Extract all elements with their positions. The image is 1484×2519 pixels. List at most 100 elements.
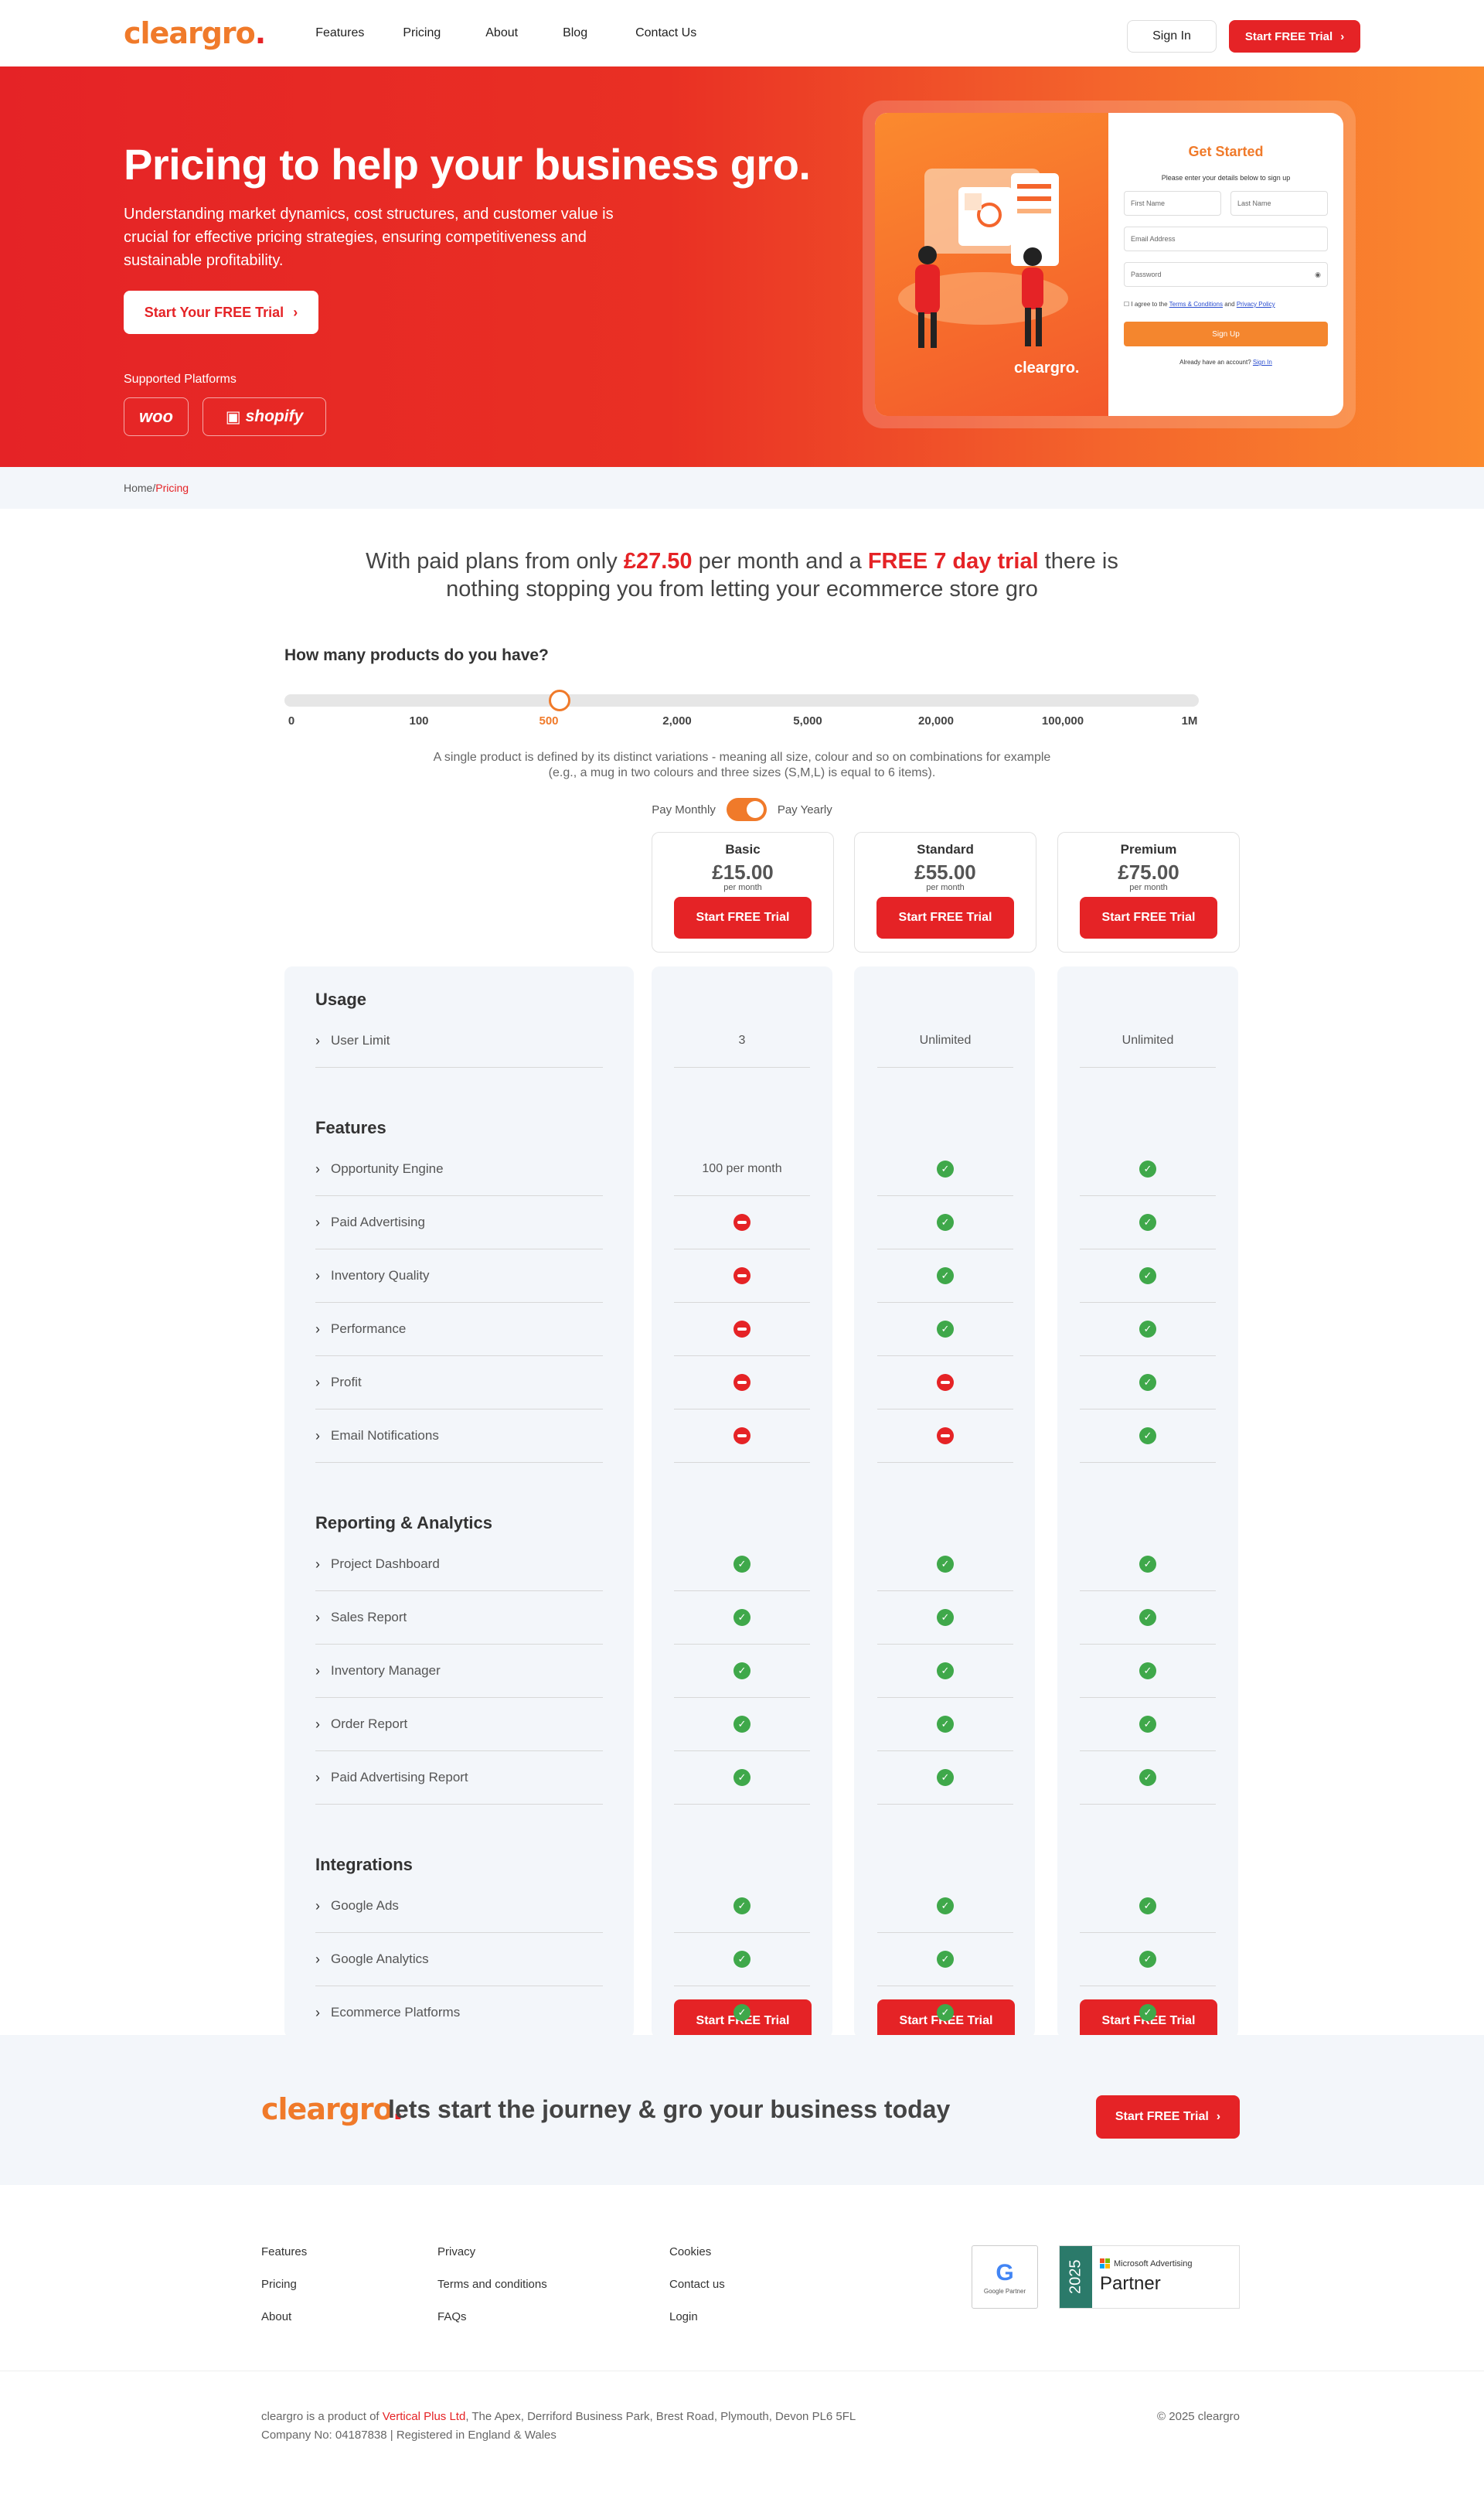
footer-login[interactable]: Login [669,2310,698,2323]
plan-trial-button[interactable]: Start FREE Trial [876,897,1014,939]
feature-row-label[interactable]: › Sales Report [315,1591,603,1645]
slider-tick[interactable]: 2,000 [662,714,692,728]
not-included-icon [937,1427,954,1444]
pay-monthly-label[interactable]: Pay Monthly [652,803,716,816]
main-nav: Features Pricing About Blog Contact Us [315,26,696,40]
feature-name: Inventory Manager [331,1663,441,1678]
nav-features[interactable]: Features [315,26,364,40]
feature-row-label[interactable]: › Google Ads [315,1880,603,1933]
plan-trial-button[interactable]: Start FREE Trial [674,897,812,939]
banner-logo: cleargro. [261,2092,403,2126]
slider-tick[interactable]: 100 [409,714,428,728]
feature-row-label[interactable]: › Ecommerce Platforms [315,1986,603,2040]
slider-handle[interactable] [549,690,570,711]
plan-trial-button[interactable]: Start FREE Trial [1080,897,1217,939]
email-field[interactable]: Email Address [1124,227,1328,251]
feature-cell: ✓ [1080,1933,1216,1986]
feature-cell: ✓ [1080,1751,1216,1805]
footer-features[interactable]: Features [261,2245,307,2258]
feature-cell: ✓ [674,1591,810,1645]
footer-faqs[interactable]: FAQs [437,2310,467,2323]
chevron-right-icon: › [315,1951,320,1967]
feature-row-label[interactable]: › Inventory Manager [315,1645,603,1698]
check-icon: ✓ [937,1161,954,1178]
feature-row-label[interactable]: › Email Notifications [315,1409,603,1463]
product-count-slider[interactable] [284,690,1199,711]
footer-privacy[interactable]: Privacy [437,2245,475,2258]
chevron-right-icon: › [315,1662,320,1679]
nav-pricing[interactable]: Pricing [403,26,441,40]
feature-row-label[interactable]: › User Limit [315,1014,603,1068]
sign-in-button[interactable]: Sign In [1127,20,1217,53]
google-partner-badge: G Google Partner [972,2245,1038,2309]
feature-name: Project Dashboard [331,1556,440,1571]
terms-link[interactable]: Terms & Conditions [1169,301,1223,308]
feature-cell: Unlimited [877,1014,1013,1068]
feature-row-label[interactable]: › Project Dashboard [315,1538,603,1591]
slider-tick[interactable]: 5,000 [793,714,822,728]
feature-row-label[interactable]: › Inventory Quality [315,1249,603,1303]
terms-checkbox[interactable]: ☐ [1124,301,1129,308]
password-field[interactable]: Password ◉ [1124,262,1328,287]
feature-cell [877,1356,1013,1409]
cleargro-logo[interactable]: cleargro. [124,16,266,50]
footer-cookies[interactable]: Cookies [669,2245,711,2258]
check-icon: ✓ [1139,1427,1156,1444]
last-name-field[interactable]: Last Name [1230,191,1328,216]
billing-switch[interactable] [726,798,767,821]
feature-cell: ✓ [674,1880,810,1933]
header-trial-button[interactable]: Start FREE Trial › [1229,20,1360,53]
sign-up-button[interactable]: Sign Up [1124,322,1328,346]
nav-contact-us[interactable]: Contact Us [635,26,696,40]
pay-yearly-label[interactable]: Pay Yearly [778,803,832,816]
feature-value: Unlimited [1122,1034,1174,1047]
platforms-label: Supported Platforms [124,373,237,386]
feature-cell: ✓ [877,1538,1013,1591]
check-icon: ✓ [937,1609,954,1626]
feature-row-label[interactable]: › Paid Advertising Report [315,1751,603,1805]
footer-pricing[interactable]: Pricing [261,2278,297,2291]
first-name-field[interactable]: First Name [1124,191,1221,216]
slider-tick[interactable]: 100,000 [1042,714,1084,728]
slider-tick[interactable]: 1M [1182,714,1198,728]
pricing-intro: With paid plans from only £27.50 per mon… [0,547,1484,603]
feature-cell: ✓ [1080,1986,1216,2040]
ms-year: 2025 [1060,2246,1092,2308]
privacy-link[interactable]: Privacy Policy [1237,301,1275,308]
feature-row-label[interactable]: › Opportunity Engine [315,1143,603,1196]
check-icon: ✓ [1139,1951,1156,1968]
check-icon: ✓ [1139,1769,1156,1786]
feature-row-label[interactable]: › Google Analytics [315,1933,603,1986]
feature-cell: ✓ [1080,1645,1216,1698]
google-badge-label: Google Partner [983,2288,1026,2295]
check-icon: ✓ [937,1321,954,1338]
terms-and: and [1224,301,1235,308]
feature-row-label[interactable]: › Order Report [315,1698,603,1751]
feature-row-label[interactable]: › Profit [315,1356,603,1409]
feature-row-label[interactable]: › Paid Advertising [315,1196,603,1249]
microsoft-icon [1100,2258,1110,2268]
footer-terms[interactable]: Terms and conditions [437,2278,547,2291]
sign-in-link[interactable]: Sign In [1253,359,1272,366]
hero-trial-button[interactable]: Start Your FREE Trial › [124,291,318,334]
slider-tick[interactable]: 20,000 [918,714,954,728]
slider-tick[interactable]: 500 [539,714,558,728]
legal-line-2: Company No: 04187838 | Registered in Eng… [261,2429,556,2442]
nav-about[interactable]: About [485,26,518,40]
nav-blog[interactable]: Blog [563,26,587,40]
legal-company-link[interactable]: Vertical Plus Ltd [383,2410,466,2423]
legal-line-1: cleargro is a product of Vertical Plus L… [261,2410,856,2423]
eye-icon[interactable]: ◉ [1315,271,1321,278]
chevron-right-icon: › [1340,29,1345,43]
footer-about[interactable]: About [261,2310,291,2323]
banner-trial-button[interactable]: Start FREE Trial › [1096,2095,1240,2139]
footer-contact[interactable]: Contact us [669,2278,725,2291]
site-header: cleargro. Features Pricing About Blog Co… [0,0,1484,66]
feature-name: Opportunity Engine [331,1161,444,1176]
feature-cell: ✓ [877,1751,1013,1805]
pricing-table: Basic £15.00 per month Start FREE Trial Star… [0,821,1484,2043]
slider-tick[interactable]: 0 [288,714,294,728]
note-line-1: A single product is defined by its disti… [433,751,1051,764]
breadcrumb-home[interactable]: Home [124,482,152,494]
feature-row-label[interactable]: › Performance [315,1303,603,1356]
